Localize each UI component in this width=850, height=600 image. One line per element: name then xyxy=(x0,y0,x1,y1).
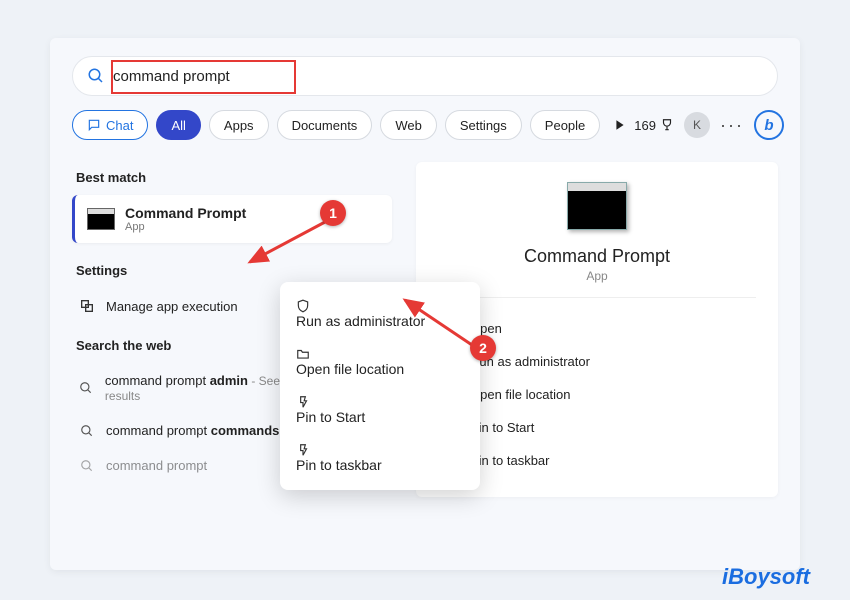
search-icon xyxy=(78,424,96,438)
folder-icon xyxy=(296,347,464,361)
pin-icon xyxy=(296,395,464,409)
bing-icon[interactable]: b xyxy=(754,110,784,140)
cmd-icon-large xyxy=(567,182,627,230)
cmd-icon xyxy=(87,208,115,230)
action-pin-taskbar[interactable]: Pin to taskbar xyxy=(438,444,756,477)
best-match-title: Command Prompt xyxy=(125,205,246,221)
filter-all[interactable]: All xyxy=(156,110,200,140)
action-open-location[interactable]: Open file location xyxy=(438,378,756,411)
context-menu: Run as administrator Open file location … xyxy=(280,282,480,490)
filter-people[interactable]: People xyxy=(530,110,600,140)
ctx-pin-start[interactable]: Pin to Start xyxy=(284,386,476,434)
app-subtitle: App xyxy=(438,269,756,283)
ctx-open-location[interactable]: Open file location xyxy=(284,338,476,386)
watermark: iBoysoft xyxy=(722,564,810,590)
more-icon[interactable]: ··· xyxy=(720,115,744,136)
annotation-badge-2: 2 xyxy=(470,335,496,361)
trophy-icon xyxy=(660,118,674,132)
search-icon xyxy=(87,67,105,85)
header-right: 169 K ··· b xyxy=(634,110,784,140)
annotation-badge-1: 1 xyxy=(320,200,346,226)
search-window: Chat All Apps Documents Web Settings Peo… xyxy=(50,38,800,570)
action-pin-start[interactable]: Pin to Start xyxy=(438,411,756,444)
search-bar[interactable] xyxy=(72,56,778,96)
shield-icon xyxy=(296,299,464,313)
filter-web[interactable]: Web xyxy=(380,110,437,140)
search-icon xyxy=(78,459,96,473)
search-icon xyxy=(78,381,95,395)
chat-pill[interactable]: Chat xyxy=(72,110,148,140)
filter-apps[interactable]: Apps xyxy=(209,110,269,140)
app-title: Command Prompt xyxy=(438,246,756,267)
gear-icon xyxy=(78,298,96,314)
bing-chat-icon xyxy=(87,118,101,132)
web-result-text: command prompt xyxy=(106,458,207,473)
filter-documents[interactable]: Documents xyxy=(277,110,373,140)
filter-row: Chat All Apps Documents Web Settings Peo… xyxy=(72,110,778,140)
ctx-run-admin[interactable]: Run as administrator xyxy=(284,290,476,338)
avatar[interactable]: K xyxy=(684,112,710,138)
settings-header: Settings xyxy=(76,263,388,278)
web-result-text: command prompt commands xyxy=(106,423,279,438)
ctx-pin-taskbar[interactable]: Pin to taskbar xyxy=(284,434,476,482)
pin-icon xyxy=(296,443,464,457)
best-match-header: Best match xyxy=(76,170,388,185)
filter-settings[interactable]: Settings xyxy=(445,110,522,140)
best-match-subtitle: App xyxy=(125,221,246,233)
chat-label: Chat xyxy=(106,118,133,133)
rewards-points[interactable]: 169 xyxy=(634,118,674,133)
overflow-arrow-icon[interactable] xyxy=(614,119,626,131)
settings-item-label: Manage app execution xyxy=(106,299,238,314)
search-input[interactable] xyxy=(113,68,763,85)
